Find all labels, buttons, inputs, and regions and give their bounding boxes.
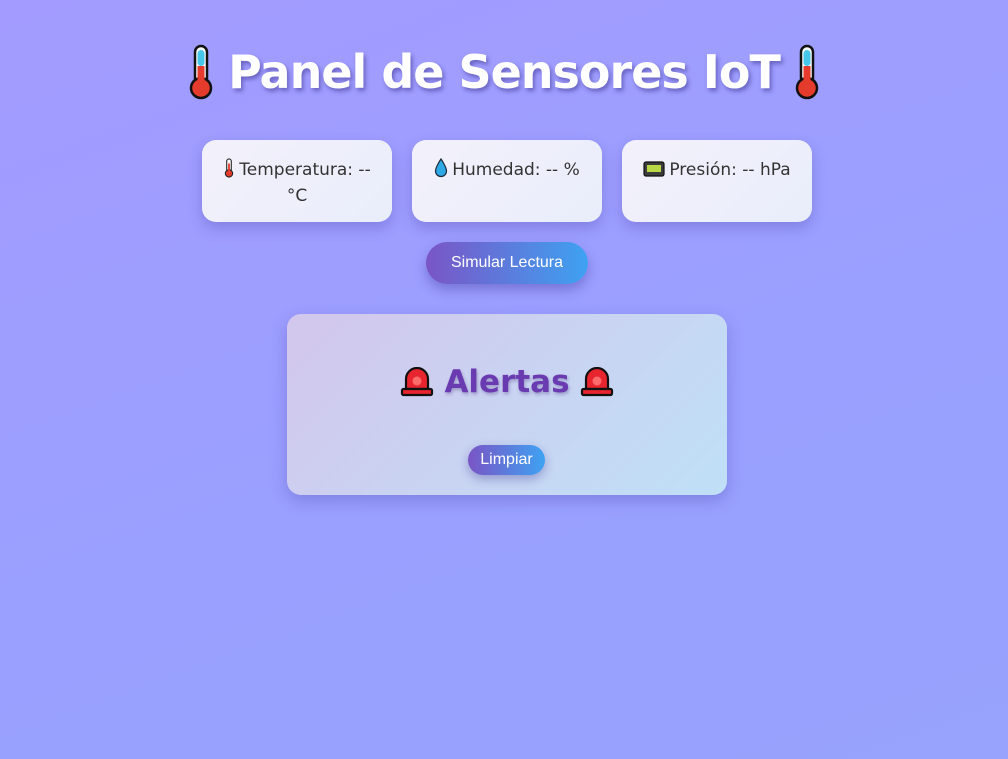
alerts-panel: Alertas Limpiar [287, 314, 727, 495]
alerts-heading: Alertas [287, 364, 727, 400]
siren-icon [580, 367, 613, 397]
thermometer-icon [189, 44, 213, 100]
siren-icon [401, 367, 434, 397]
thermometer-icon [225, 158, 234, 178]
clear-alerts-button[interactable]: Limpiar [468, 445, 545, 475]
pager-icon [643, 161, 665, 177]
sensor-cards: Temperatura: -- °C Humedad: -- % Presión… [202, 140, 812, 222]
humidity-reading: Humedad: -- % [452, 160, 580, 180]
page-header: Panel de Sensores IoT [0, 44, 1008, 100]
pressure-reading: Presión: -- hPa [669, 160, 791, 180]
temperature-reading: Temperatura: -- °C [239, 160, 371, 206]
alerts-title: Alertas [444, 364, 570, 400]
page-title: Panel de Sensores IoT [228, 45, 781, 99]
simulate-reading-button[interactable]: Simular Lectura [426, 242, 588, 284]
humidity-card: Humedad: -- % [412, 140, 602, 222]
temperature-card: Temperatura: -- °C [202, 140, 392, 222]
pressure-card: Presión: -- hPa [622, 140, 812, 222]
thermometer-icon [795, 44, 819, 100]
droplet-icon [435, 158, 448, 178]
